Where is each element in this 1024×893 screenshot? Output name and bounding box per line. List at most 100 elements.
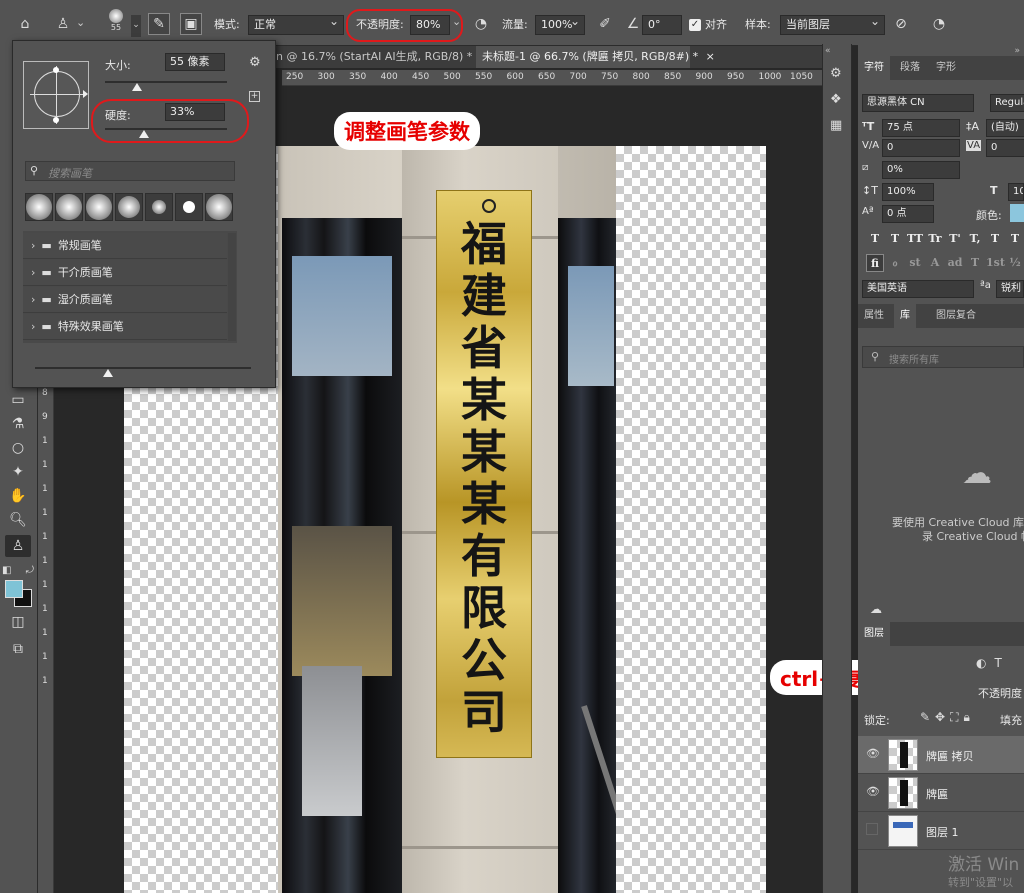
rectangle-tool-icon[interactable]: ▭ <box>5 389 31 411</box>
tab-paragraph[interactable]: 段落 <box>894 56 926 80</box>
ignore-adjustment-layers-icon[interactable]: ⊘ <box>890 13 912 35</box>
font-family-select[interactable]: 思源黑体 CN <box>862 94 974 112</box>
clone-source-panel-icon[interactable]: ▣ <box>180 13 202 35</box>
new-preset-icon[interactable]: + <box>249 91 260 102</box>
brush-angle-preview[interactable] <box>23 61 89 129</box>
anti-alias-select[interactable]: 锐利 <box>996 280 1024 298</box>
opacity-chevron-icon[interactable]: ⌄ <box>452 13 461 31</box>
ellipse-icon[interactable]: ○ <box>5 437 31 459</box>
text-style-button[interactable]: T <box>1006 230 1024 248</box>
angle-input[interactable]: 0° <box>642 15 682 35</box>
brush-search-box[interactable]: ⚲ 搜索画笔 <box>25 161 235 181</box>
tsume-input[interactable]: 0% <box>882 161 960 179</box>
size-slider-knob[interactable] <box>132 83 142 91</box>
recent-brush-tip[interactable] <box>25 193 53 221</box>
language-select[interactable]: 美国英语 <box>862 280 974 298</box>
opacity-input[interactable]: 80% <box>410 15 450 35</box>
layer-row[interactable]: 图层 1 <box>858 812 1024 850</box>
layer-row[interactable]: 👁︎ 牌匾 <box>858 774 1024 812</box>
leading-input[interactable]: (自动) <box>986 119 1024 137</box>
recent-brush-tip[interactable] <box>115 193 143 221</box>
brush-folder[interactable]: › ▬ 干介质画笔 <box>23 260 227 286</box>
clone-stamp-tool-icon-active[interactable]: ♙ <box>5 535 31 557</box>
visibility-eye-icon[interactable]: 👁︎ <box>866 785 880 798</box>
align-checkbox[interactable]: ✓ <box>689 19 701 31</box>
tab-glyphs[interactable]: 字形 <box>930 56 962 80</box>
tab-character[interactable]: 字符 <box>858 56 890 80</box>
color-icon[interactable]: ❖ <box>830 92 842 107</box>
text-style-button[interactable]: TT <box>906 230 924 248</box>
kerning-input[interactable]: 0 <box>882 139 960 157</box>
vertical-scale-input[interactable]: 100% <box>882 183 934 201</box>
swatches-grid-icon[interactable]: ▦ <box>830 118 842 133</box>
opentype-button[interactable]: st <box>906 254 924 272</box>
brush-folder[interactable]: › ▬ 特殊效果画笔 <box>23 314 227 340</box>
tab-libraries[interactable]: 库 <box>894 304 916 328</box>
brush-folder[interactable]: › ▬ 常规画笔 <box>23 233 227 259</box>
tool-preset-chevron-icon[interactable]: ⌄ <box>76 14 85 32</box>
recent-brush-tip[interactable] <box>85 193 113 221</box>
collapse-left-icon[interactable]: « <box>825 46 831 56</box>
opentype-button[interactable]: 1st <box>986 254 1005 272</box>
recent-brush-tip[interactable] <box>205 193 233 221</box>
text-style-button[interactable]: Tr <box>926 230 944 248</box>
flow-input[interactable]: 100% <box>535 15 585 35</box>
pin-icon[interactable]: ✦ <box>5 461 31 483</box>
expand-chevron-icon[interactable]: › <box>31 320 35 333</box>
layer-filter-icons[interactable]: ◐T <box>976 656 1010 670</box>
horizontal-scale-input[interactable]: 10 <box>1008 183 1024 201</box>
pressure-size-icon[interactable]: ◔ <box>928 13 950 35</box>
opentype-button[interactable]: fi <box>866 254 884 272</box>
text-color-swatch[interactable] <box>1010 204 1024 222</box>
brush-settings-panel-icon[interactable]: ✎ <box>148 13 170 35</box>
size-slider-track[interactable] <box>105 81 227 83</box>
lock-icons[interactable]: ✎✥⛶🔒︎ <box>920 710 975 725</box>
settings-gear-icon[interactable]: ⚙ <box>249 55 261 70</box>
mode-select[interactable]: 正常 <box>248 15 344 35</box>
text-style-button[interactable]: T <box>986 230 1004 248</box>
expand-chevron-icon[interactable]: › <box>31 293 35 306</box>
home-icon[interactable]: ⌂ <box>14 13 36 35</box>
hardness-input[interactable]: 33% <box>165 103 225 121</box>
opentype-button[interactable]: ℴ <box>886 254 904 272</box>
text-style-button[interactable]: T <box>886 230 904 248</box>
text-style-button[interactable]: T' <box>946 230 964 248</box>
text-style-button[interactable]: T, <box>966 230 984 248</box>
opentype-button[interactable]: ½ <box>1006 254 1024 272</box>
size-input[interactable]: 55 像素 <box>165 53 225 71</box>
expand-chevron-icon[interactable]: › <box>31 266 35 279</box>
tab-layer-comps[interactable]: 图层复合 <box>930 304 982 328</box>
brush-picker-chevron-icon[interactable]: ⌄ <box>131 15 141 37</box>
tab-properties[interactable]: 属性 <box>858 304 890 328</box>
visibility-eye-icon[interactable]: 👁︎ <box>866 747 880 760</box>
recent-brush-tip[interactable] <box>55 193 83 221</box>
clone-stamp-tool-icon[interactable]: ♙ <box>52 13 74 35</box>
expand-chevron-icon[interactable]: › <box>31 239 35 252</box>
history-icon[interactable]: ⚙ <box>830 66 842 81</box>
recent-brush-tip[interactable] <box>145 193 173 221</box>
opentype-button[interactable]: T <box>966 254 984 272</box>
hand-tool-icon[interactable]: ✋ <box>5 485 31 507</box>
preview-size-slider-track[interactable] <box>35 367 251 369</box>
text-style-button[interactable]: T <box>866 230 884 248</box>
tab-layers[interactable]: 图层 <box>858 622 890 646</box>
tracking-input[interactable]: 0 <box>986 139 1024 157</box>
cloud-sync-icon[interactable]: ☁ <box>870 602 882 616</box>
quick-mask-icon[interactable]: ◫ <box>5 611 31 633</box>
tab-doc-2[interactable]: 未标题-1 @ 66.7% (牌匾 拷贝, RGB/8#) * × <box>476 46 715 68</box>
paint-bucket-icon[interactable]: ⚗ <box>5 413 31 435</box>
sample-select[interactable]: 当前图层 <box>780 15 885 35</box>
brush-folder[interactable]: › ▬ 湿介质画笔 <box>23 287 227 313</box>
font-style-select[interactable]: Regula <box>990 94 1024 112</box>
screen-mode-icon[interactable]: ⧉ <box>5 638 31 660</box>
brush-preset-picker[interactable]: 55 <box>105 8 127 32</box>
hardness-slider-track[interactable] <box>105 128 227 130</box>
tab-doc-1[interactable]: n @ 16.7% (StartAI AI生成, RGB/8) * × <box>270 46 489 68</box>
opentype-button[interactable]: ad <box>946 254 964 272</box>
zoom-tool-icon[interactable]: 🔍︎ <box>5 509 31 531</box>
opentype-button[interactable]: A <box>926 254 944 272</box>
airbrush-icon[interactable]: ✐ <box>594 13 616 35</box>
font-size-input[interactable]: 75 点 <box>882 119 960 137</box>
hardness-slider-knob[interactable] <box>139 130 149 138</box>
swap-colors-icon[interactable]: ◧ ⤾ <box>2 559 34 581</box>
